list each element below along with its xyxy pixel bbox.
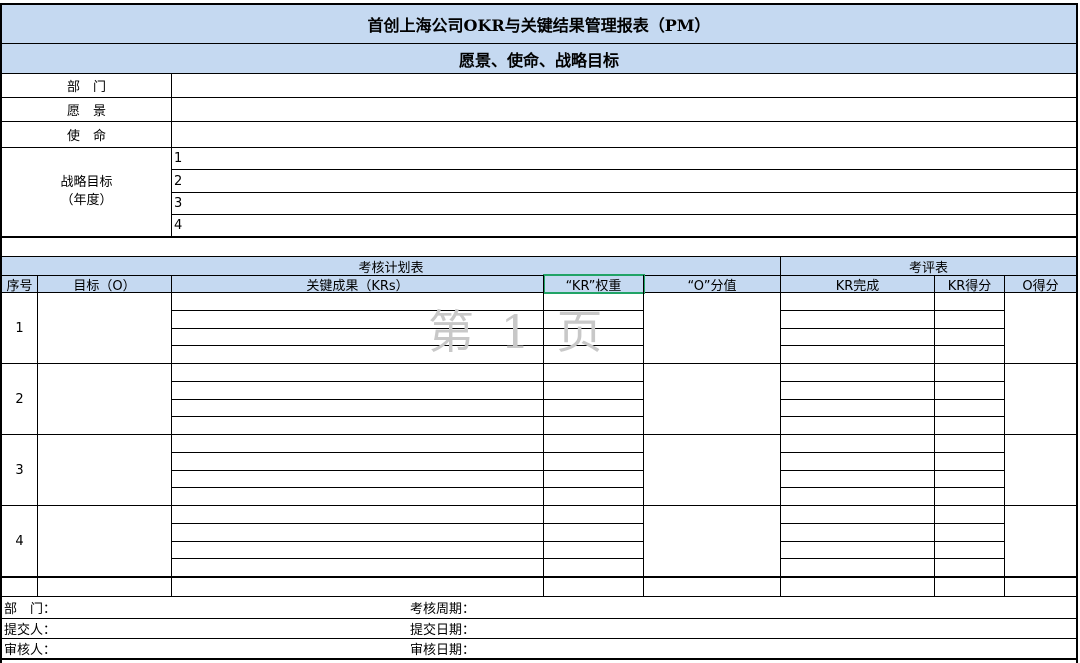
frame-bottom (0, 658, 1078, 660)
eval-subrow-line (780, 310, 1005, 311)
column-divider (780, 275, 781, 597)
department-label: 部 门 (66, 80, 106, 95)
vision-value-cell[interactable] (172, 98, 1076, 121)
column-divider (171, 275, 172, 597)
footer-review-date: 审核日期： (410, 643, 476, 658)
vision-label: 愿 景 (66, 104, 106, 119)
row-number-3: 3 (15, 462, 24, 478)
strategy-label-line1: 战略目标 (60, 175, 113, 190)
eval-subrow-line (780, 416, 1005, 417)
kr-subrow-line (171, 487, 644, 488)
section-title[interactable]: 愿景、使命、战略目标 (2, 44, 1076, 73)
row-number-4: 4 (15, 533, 24, 549)
kr-subrow-line (171, 452, 644, 453)
kr-subrow-line (171, 523, 644, 524)
objective-row-line (0, 505, 1078, 506)
frame-right (1076, 3, 1078, 663)
eval-subrow-line (780, 523, 1005, 524)
mission-value-cell[interactable] (172, 122, 1076, 147)
kr-subrow-line (171, 416, 644, 417)
row-number-2: 2 (15, 391, 24, 407)
report-title[interactable]: 首创上海公司OKR与关键结果管理报表（PM） (2, 5, 1076, 43)
col-o-score: O得分 (1005, 276, 1076, 292)
column-divider (934, 275, 935, 597)
okr-report-sheet: 首创上海公司OKR与关键结果管理报表（PM） 愿景、使命、战略目标 部 门 愿 … (0, 0, 1080, 663)
eval-subrow-line (780, 558, 1005, 559)
footer-submit-date: 提交日期： (410, 623, 476, 638)
objective-row-line (0, 363, 1078, 364)
kr-subrow-line (171, 558, 644, 559)
eval-subrow-line (780, 452, 1005, 453)
selected-cell[interactable] (543, 274, 645, 294)
strategy-item-2[interactable]: 2 (172, 170, 1076, 192)
col-o-value: “O”分值 (644, 276, 780, 292)
strategy-item-1[interactable]: 1 (172, 148, 1076, 169)
eval-group-header: 考评表 (781, 257, 1076, 275)
col-objective: 目标（O） (38, 276, 171, 292)
mission-label: 使 命 (66, 129, 106, 144)
kr-subrow-line (171, 541, 644, 542)
col-index: 序号 (2, 276, 37, 292)
eval-subrow-line (780, 470, 1005, 471)
footer-period: 考核周期： (410, 602, 476, 617)
eval-subrow-line (780, 381, 1005, 382)
eval-subrow-line (780, 541, 1005, 542)
footer-department: 部 门： (4, 602, 57, 617)
eval-subrow-line (780, 345, 1005, 346)
strategy-label: 战略目标 （年度） (2, 148, 171, 236)
column-divider (643, 275, 644, 597)
rule (0, 292, 1078, 293)
column-divider (37, 275, 38, 597)
strategy-item-3[interactable]: 3 (172, 193, 1076, 214)
eval-subrow-line (780, 399, 1005, 400)
row-number-1: 1 (15, 320, 24, 336)
column-divider (543, 275, 544, 597)
plan-group-header: 考核计划表 (2, 257, 780, 275)
kr-subrow-line (171, 345, 644, 346)
eval-subrow-line (780, 328, 1005, 329)
col-kr-score: KR得分 (935, 276, 1004, 292)
footer-reviewer: 审核人： (4, 643, 57, 658)
kr-subrow-line (171, 310, 644, 311)
col-key-results: 关键成果（KRs） (172, 276, 543, 292)
column-divider (1004, 275, 1005, 597)
objective-row-line (0, 434, 1078, 435)
rule (0, 576, 1078, 578)
strategy-label-line2: （年度） (60, 193, 113, 208)
footer-submitter: 提交人： (4, 623, 57, 638)
eval-subrow-line (780, 487, 1005, 488)
kr-subrow-line (171, 328, 644, 329)
rule (0, 236, 1078, 238)
department-value-cell[interactable] (172, 74, 1076, 97)
kr-subrow-line (171, 399, 644, 400)
col-kr-done: KR完成 (781, 276, 934, 292)
kr-subrow-line (171, 470, 644, 471)
page-watermark: 第 1 页 (428, 305, 609, 359)
kr-subrow-line (171, 381, 644, 382)
strategy-item-4[interactable]: 4 (172, 215, 1076, 236)
